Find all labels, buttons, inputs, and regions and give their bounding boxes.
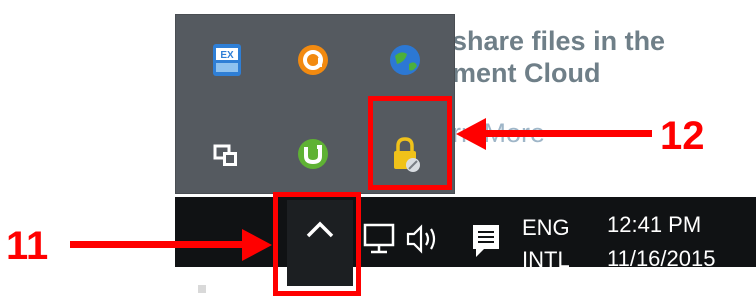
utorrent-icon[interactable] [293, 134, 333, 174]
clock-date[interactable]: 11/16/2015 [607, 246, 715, 272]
background-text-line-1: share files in the [452, 26, 666, 56]
svg-text:EX: EX [220, 50, 234, 61]
callout-11-arrow-shaft [70, 241, 252, 248]
callout-12-highlight-box [368, 96, 452, 190]
globe-icon[interactable] [385, 40, 425, 80]
callout-11-highlight-box [273, 192, 361, 296]
network-icon[interactable] [362, 222, 398, 261]
callout-12-label: 12 [660, 114, 705, 158]
exchange-app-icon[interactable]: EX [207, 40, 247, 80]
resize-corner-mark [198, 285, 206, 293]
action-center-icon[interactable] [470, 222, 502, 265]
clock-time[interactable]: 12:41 PM [607, 212, 701, 238]
volume-icon[interactable] [404, 222, 444, 261]
avast-icon[interactable] [293, 40, 333, 80]
callout-12-arrow-shaft [482, 130, 652, 137]
background-text-line-2: ment Cloud [452, 58, 601, 88]
windows-mobility-icon[interactable] [207, 134, 247, 174]
callout-11-label: 11 [6, 224, 49, 268]
callout-11-arrow-head-icon [242, 229, 272, 261]
language-indicator-line-1[interactable]: ENG [522, 215, 570, 241]
language-indicator-line-2[interactable]: INTL [522, 247, 570, 273]
